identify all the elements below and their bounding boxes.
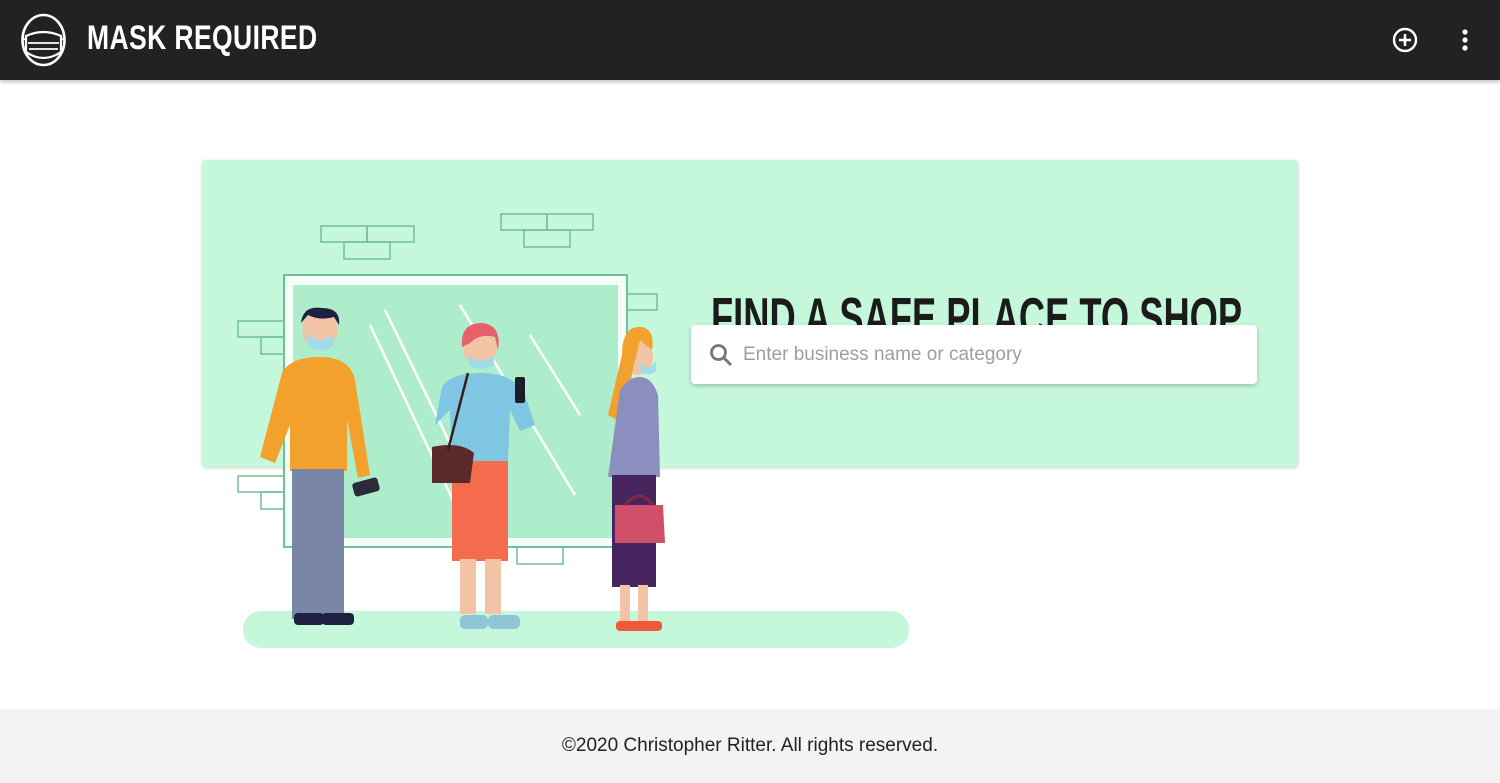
mask-logo-icon[interactable] (19, 12, 68, 69)
shoppers-with-masks-illustration (237, 213, 909, 648)
top-app-bar: MASK REQUIRED (0, 0, 1500, 80)
search-input[interactable] (741, 335, 1245, 375)
footer: ©2020 Christopher Ritter. All rights res… (0, 709, 1500, 783)
copyright-text: ©2020 Christopher Ritter. All rights res… (561, 735, 939, 756)
add-place-button[interactable] (1389, 24, 1421, 56)
app-title[interactable]: MASK REQUIRED (87, 18, 318, 58)
more-vertical-icon[interactable] (1449, 24, 1481, 56)
search-icon (710, 344, 733, 367)
search-bar[interactable] (691, 325, 1257, 384)
